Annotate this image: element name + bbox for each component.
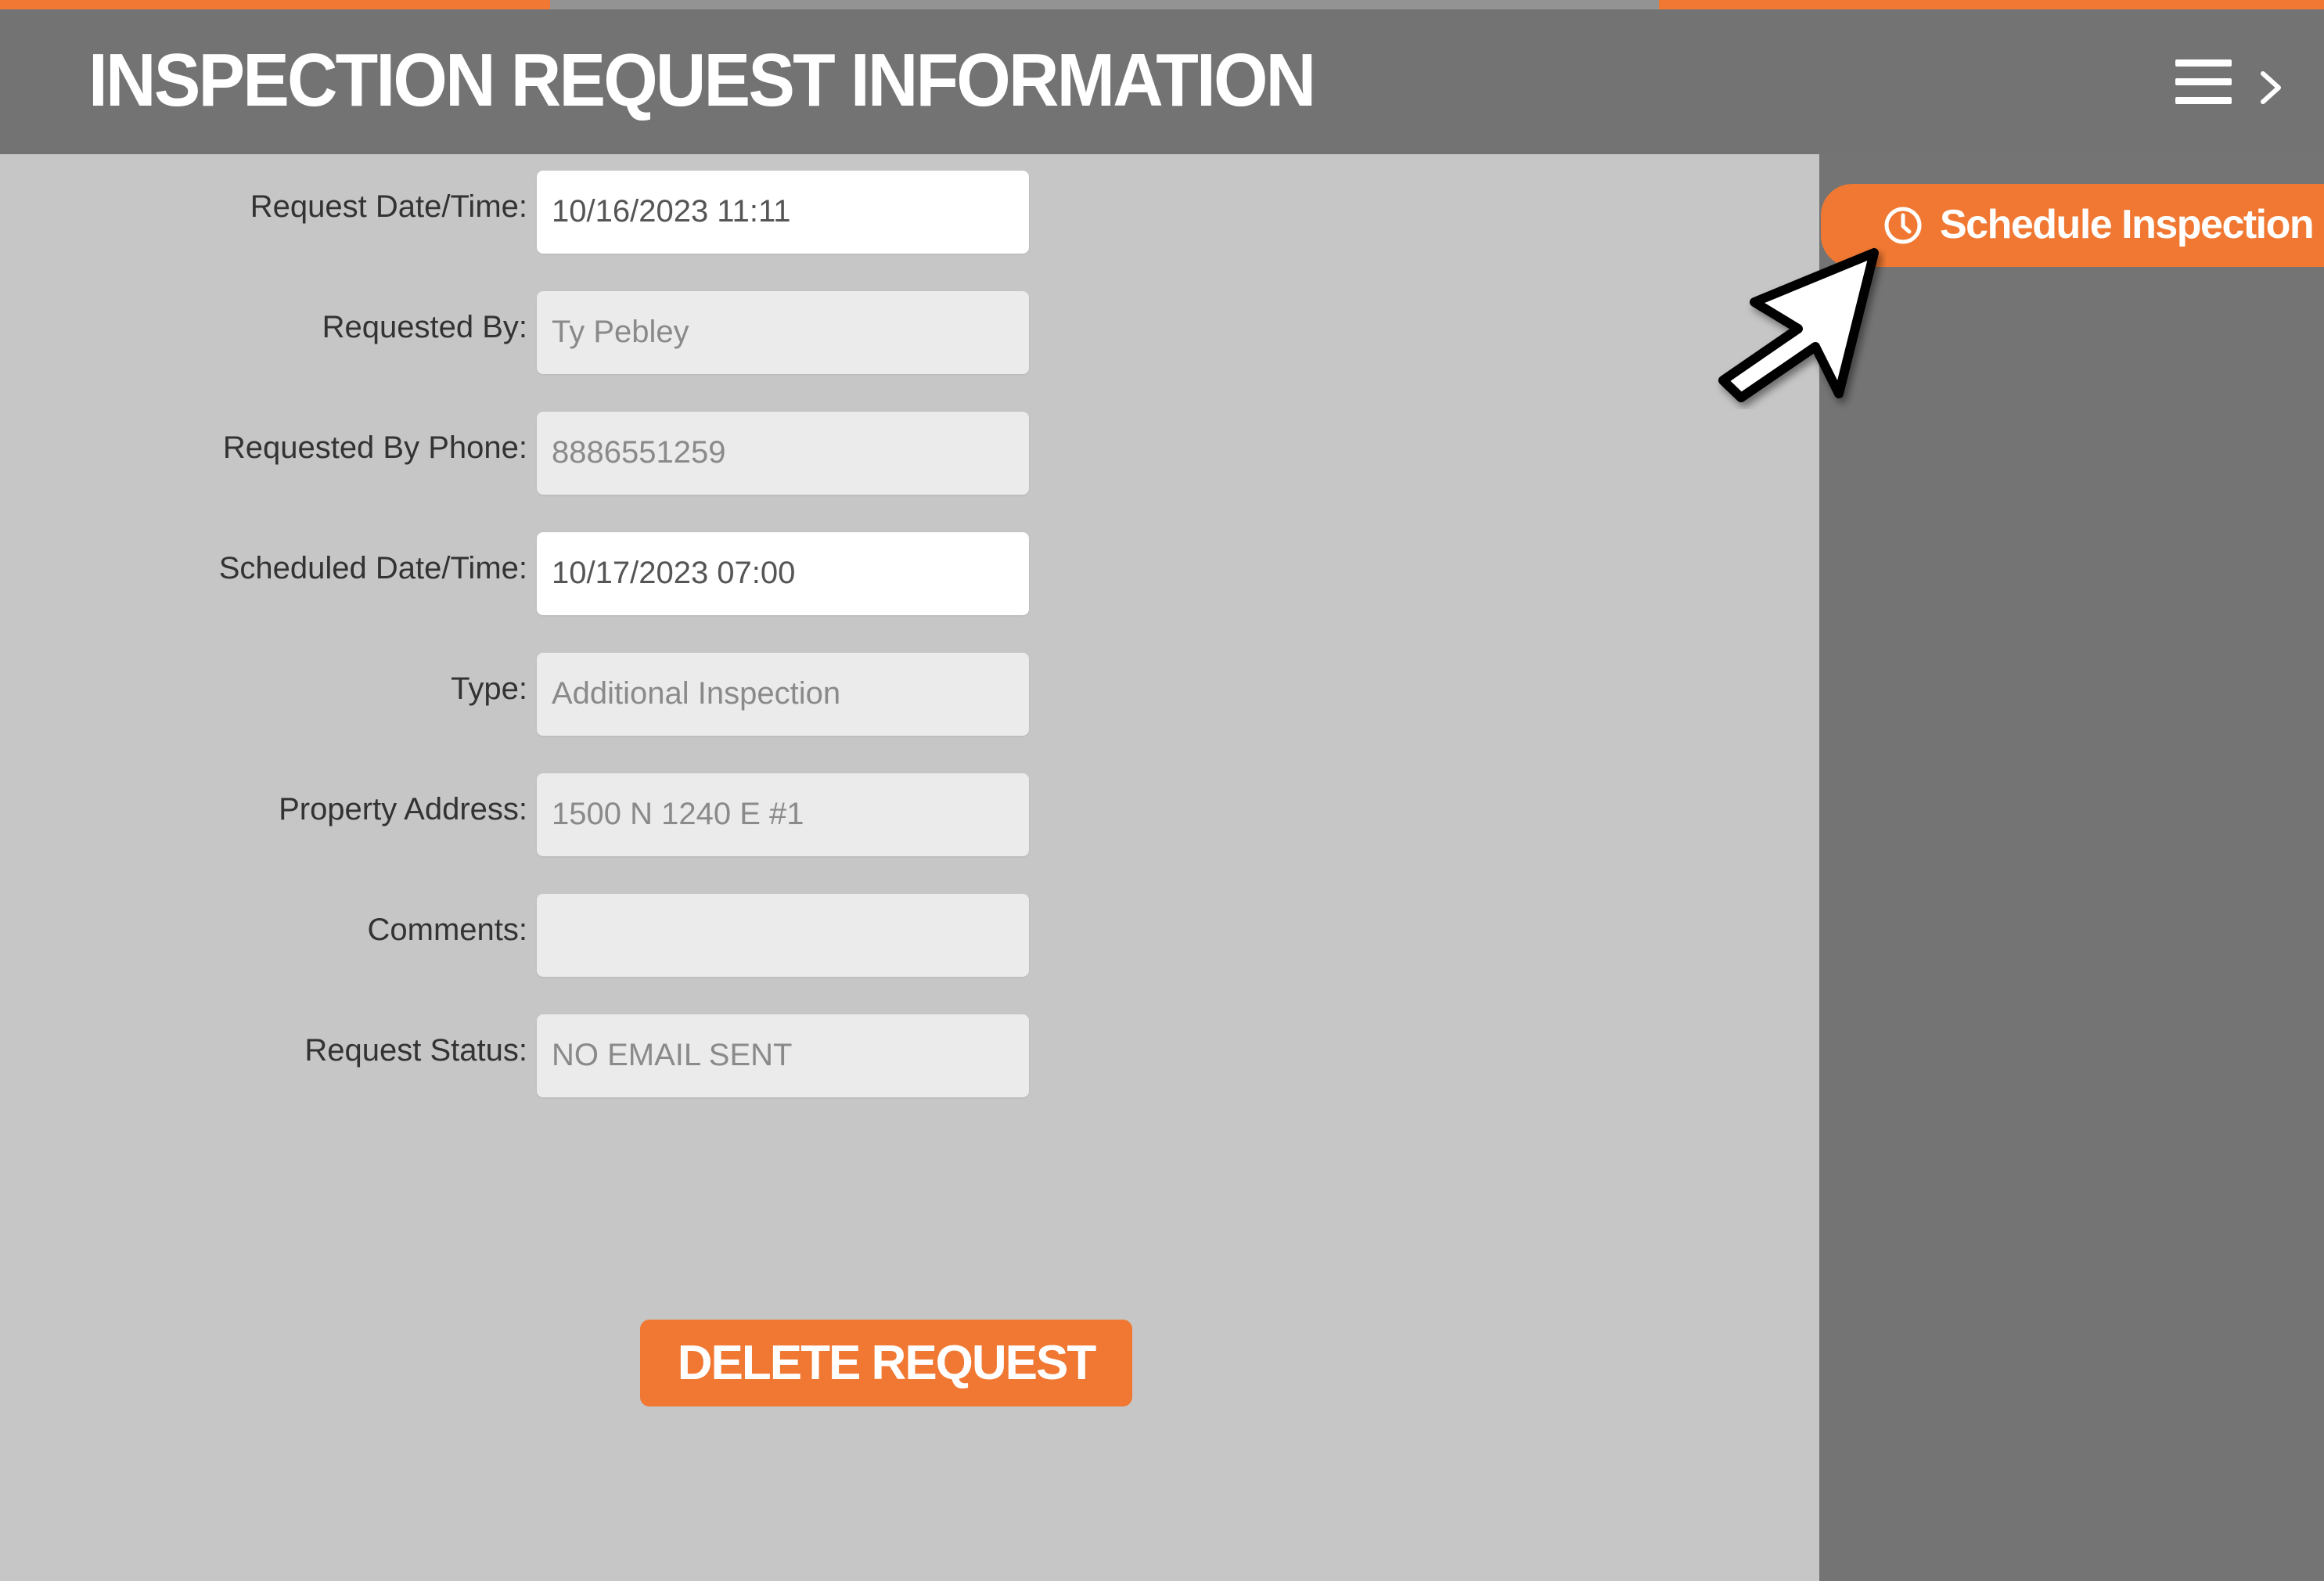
form-row-requested-by-phone: Requested By Phone: 8886551259 bbox=[0, 412, 1033, 495]
top-accent-segment-left bbox=[0, 0, 550, 9]
requested-by-phone-input[interactable]: 8886551259 bbox=[537, 412, 1029, 495]
clock-icon bbox=[1884, 207, 1922, 244]
type-input[interactable]: Additional Inspection bbox=[537, 653, 1029, 736]
top-accent-segment-right bbox=[1659, 0, 2324, 9]
chevron-right-icon[interactable] bbox=[2257, 70, 2285, 105]
request-datetime-input[interactable]: 10/16/2023 11:11 bbox=[537, 171, 1029, 254]
form-row-scheduled-datetime: Scheduled Date/Time: 10/17/2023 07:00 bbox=[0, 532, 1033, 615]
top-accent-bar bbox=[0, 0, 2324, 9]
comments-input[interactable] bbox=[537, 894, 1029, 977]
schedule-inspection-button[interactable]: Schedule Inspection bbox=[1821, 184, 2324, 267]
form-row-requested-by: Requested By: Ty Pebley bbox=[0, 291, 1033, 374]
page-title: INSPECTION REQUEST INFORMATION bbox=[88, 38, 1316, 122]
menu-button[interactable] bbox=[2175, 59, 2233, 105]
schedule-inspection-label: Schedule Inspection bbox=[1940, 202, 2315, 247]
delete-request-button[interactable]: DELETE REQUEST bbox=[640, 1320, 1132, 1406]
form-row-property-address: Property Address: 1500 N 1240 E #1 bbox=[0, 773, 1033, 856]
requested-by-label: Requested By: bbox=[322, 310, 527, 344]
form-row-request-status: Request Status: NO EMAIL SENT bbox=[0, 1014, 1033, 1097]
requested-by-phone-label: Requested By Phone: bbox=[222, 430, 527, 465]
hamburger-menu-icon bbox=[2175, 78, 2232, 85]
scheduled-datetime-input[interactable]: 10/17/2023 07:00 bbox=[537, 532, 1029, 615]
request-status-label: Request Status: bbox=[304, 1033, 527, 1068]
request-datetime-label: Request Date/Time: bbox=[250, 189, 527, 224]
scheduled-datetime-label: Scheduled Date/Time: bbox=[218, 551, 527, 585]
property-address-label: Property Address: bbox=[279, 792, 527, 827]
request-status-input[interactable]: NO EMAIL SENT bbox=[537, 1014, 1029, 1097]
form-row-request-datetime: Request Date/Time: 10/16/2023 11:11 bbox=[0, 171, 1033, 254]
property-address-input[interactable]: 1500 N 1240 E #1 bbox=[537, 773, 1029, 856]
type-label: Type: bbox=[451, 672, 527, 706]
comments-label: Comments: bbox=[367, 913, 528, 947]
hamburger-menu-icon bbox=[2175, 97, 2232, 104]
page-header: INSPECTION REQUEST INFORMATION bbox=[0, 9, 2324, 154]
hamburger-menu-icon bbox=[2175, 59, 2232, 67]
requested-by-input[interactable]: Ty Pebley bbox=[537, 291, 1029, 374]
form-row-comments: Comments: bbox=[0, 894, 1033, 977]
side-panel bbox=[1819, 154, 2324, 1581]
form-row-type: Type: Additional Inspection bbox=[0, 653, 1033, 736]
